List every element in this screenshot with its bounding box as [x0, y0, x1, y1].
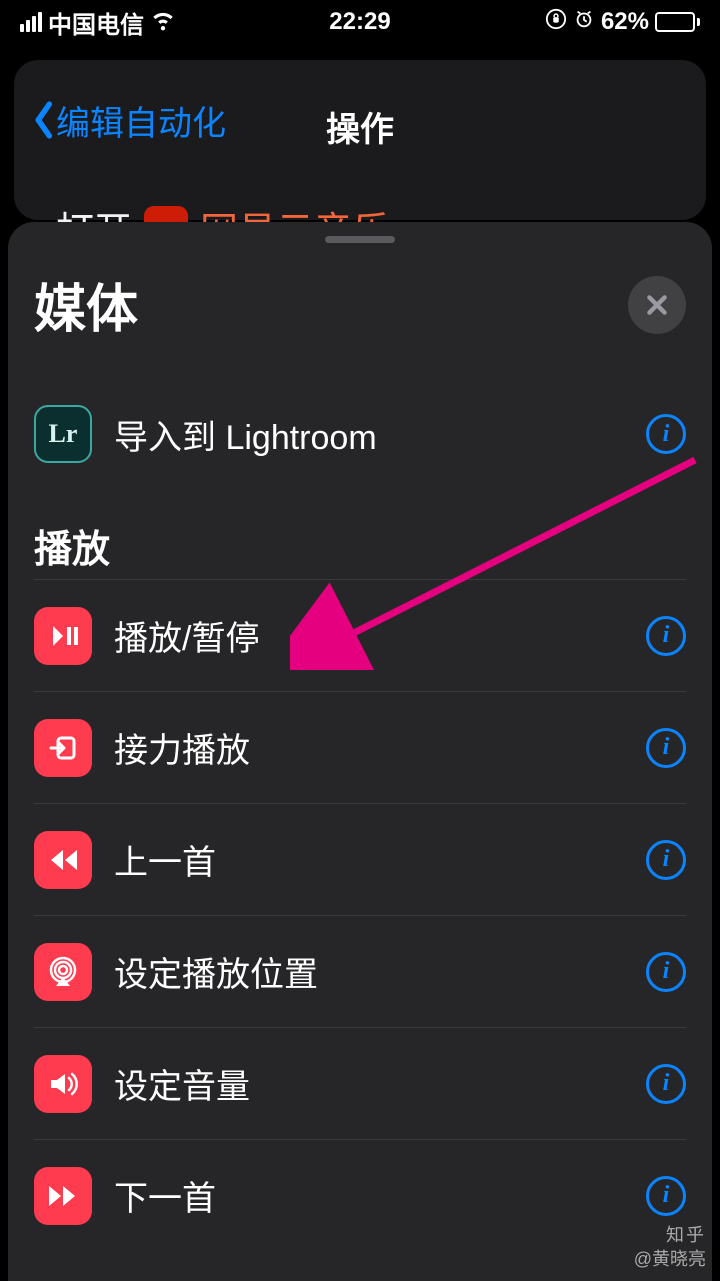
info-button[interactable]: i [646, 414, 686, 454]
next-icon [34, 1167, 92, 1225]
battery-icon [655, 12, 700, 32]
action-label: 接力播放 [92, 723, 646, 772]
action-play-pause[interactable]: 播放/暂停 i [34, 579, 686, 691]
handoff-icon [34, 719, 92, 777]
lightroom-icon: Lr [34, 405, 92, 463]
section-playback: 播放 [34, 484, 686, 579]
action-handoff-playback[interactable]: 接力播放 i [34, 691, 686, 803]
wifi-icon [150, 6, 176, 39]
watermark-brand: 知乎 [634, 1224, 706, 1247]
back-label: 编辑自动化 [56, 96, 226, 145]
play-pause-icon [34, 607, 92, 665]
signal-icon [20, 12, 42, 32]
info-button[interactable]: i [646, 616, 686, 656]
action-label: 导入到 Lightroom [92, 410, 646, 459]
back-button[interactable]: 编辑自动化 [32, 96, 226, 145]
info-button[interactable]: i [646, 1176, 686, 1216]
sheet-grabber[interactable] [325, 236, 395, 243]
action-previous-track[interactable]: 上一首 i [34, 803, 686, 915]
action-label: 设定音量 [92, 1059, 646, 1108]
alarm-icon [573, 8, 595, 37]
action-label: 播放/暂停 [92, 611, 646, 660]
volume-icon [34, 1055, 92, 1113]
action-next-track[interactable]: 下一首 i [34, 1139, 686, 1251]
action-label: 下一首 [92, 1171, 646, 1220]
sheet-title: 媒体 [34, 267, 138, 342]
carrier-label: 中国电信 [48, 5, 144, 40]
info-button[interactable]: i [646, 840, 686, 880]
status-left: 中国电信 [20, 5, 176, 40]
status-right: 62% [545, 8, 700, 37]
status-bar: 中国电信 22:29 62% [0, 0, 720, 44]
action-label: 设定播放位置 [92, 947, 646, 996]
action-lightroom[interactable]: Lr 导入到 Lightroom i [34, 372, 686, 484]
previous-icon [34, 831, 92, 889]
airplay-icon [34, 943, 92, 1001]
info-button[interactable]: i [646, 728, 686, 768]
page-title: 操作 [326, 102, 394, 151]
clock: 22:29 [329, 8, 390, 36]
close-button[interactable] [628, 276, 686, 334]
lock-rotation-icon [545, 8, 567, 37]
battery-pct: 62% [601, 8, 649, 36]
action-label: 上一首 [92, 835, 646, 884]
action-sheet: 媒体 Lr 导入到 Lightroom i 播放 播放/暂停 i 接力播放 i [8, 222, 712, 1281]
watermark: 知乎 @黄晓亮 [634, 1224, 706, 1271]
action-set-destination[interactable]: 设定播放位置 i [34, 915, 686, 1027]
action-set-volume[interactable]: 设定音量 i [34, 1027, 686, 1139]
info-button[interactable]: i [646, 1064, 686, 1104]
nav-card: 编辑自动化 操作 打开 网易云音乐 [14, 60, 706, 220]
info-button[interactable]: i [646, 952, 686, 992]
watermark-author: @黄晓亮 [634, 1248, 706, 1271]
